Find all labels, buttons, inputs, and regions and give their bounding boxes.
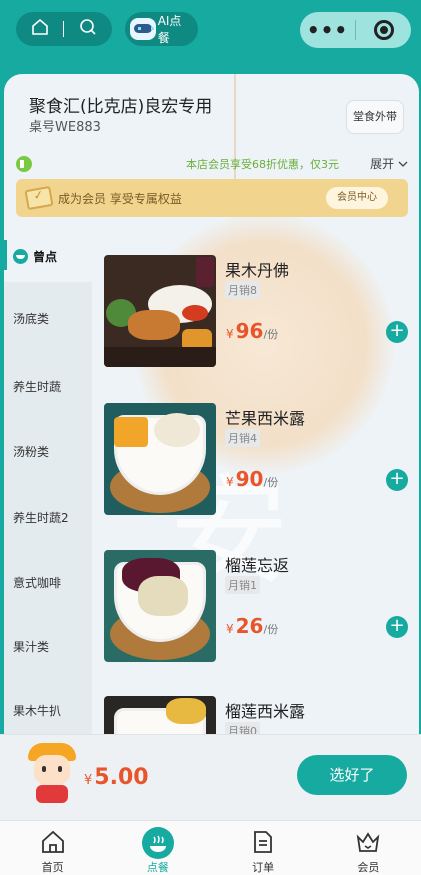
category-label: 养生时蔬2 [13,510,69,525]
add-to-cart-button[interactable]: + [386,616,408,638]
tab-label: 会员 [357,861,380,874]
dish-item[interactable]: 果木丹佛 月销8 ¥96/份 + [104,255,414,367]
category-item[interactable]: 汤粉类 [4,418,92,484]
category-item[interactable]: 果汁类 [4,614,92,678]
category-item[interactable]: 果木牛扒 [4,678,92,742]
tab-label: 点餐 [146,861,169,874]
monthly-sales: 月销1 [225,576,260,594]
dish-icon [141,827,174,859]
bowl-icon [13,248,28,264]
ai-order-label: AI点餐 [157,14,182,45]
dish-name: 榴莲西米露 [225,702,306,721]
category-label: 果木牛扒 [13,703,62,718]
monthly-sales: 月销8 [225,281,260,299]
notice-text: 本店会员享受68折优惠，仅3元 [186,158,339,171]
category-item[interactable]: 养生时蔬 [4,354,92,418]
dish-item[interactable]: 芒果西米露 月销4 ¥90/份 + [104,403,414,515]
robot-icon [130,18,156,40]
category-label: 汤底类 [13,311,50,326]
tab-label: 首页 [41,861,64,874]
nav-pill [16,12,112,46]
category-label: 果汁类 [13,639,50,654]
member-banner[interactable]: 成为会员 享受专属权益 会员中心 [16,179,408,217]
dish-name: 果木丹佛 [225,261,290,280]
dish-photo [104,550,216,662]
category-item[interactable]: 意式咖啡 [4,550,92,614]
category-label: 养生时蔬 [13,379,62,394]
dish-photo [104,255,216,367]
add-to-cart-button[interactable]: + [386,321,408,343]
dish-item[interactable]: 榴莲忘返 月销1 ¥26/份 + [104,550,414,662]
close-miniapp-button[interactable] [356,20,411,40]
divider [63,21,65,37]
cart-bar: ¥5.00 选好了 [0,734,421,820]
home-icon[interactable] [31,18,49,40]
tab-member[interactable]: 会员 [316,821,421,875]
target-icon [373,20,394,40]
miniapp-capsule: ••• [300,12,411,48]
mascot-icon [24,741,80,805]
checkout-button[interactable]: 选好了 [297,755,407,795]
category-item[interactable]: 汤底类 [4,282,92,354]
tab-home[interactable]: 首页 [0,821,105,875]
bottom-tab-bar: 首页 点餐 订单 会员 [0,820,421,875]
store-name: 聚食汇(比克店)良宏专用 [29,97,213,117]
menu-sheet: 安 聚食汇(比克店)良宏专用 桌号WE883 堂食外带 本店会员享受68折优惠，… [4,74,419,834]
speaker-icon [16,156,32,172]
member-badge-icon [24,185,54,211]
document-icon [250,829,276,855]
add-to-cart-button[interactable]: + [386,469,408,491]
category-label: 汤粉类 [13,444,50,459]
dish-price: ¥96/份 [226,319,279,343]
category-label: 意式咖啡 [13,575,62,590]
member-text: 成为会员 享受专属权益 [58,191,182,206]
category-item[interactable]: 曾点 [4,230,92,282]
dish-price: ¥26/份 [226,614,279,638]
dish-name: 榴莲忘返 [225,556,290,575]
expand-button[interactable]: 展开 [370,155,408,172]
tab-order-food[interactable]: 点餐 [105,821,210,875]
tab-orders[interactable]: 订单 [211,821,316,875]
dish-name: 芒果西米露 [225,409,306,428]
chevron-down-icon [398,161,408,167]
category-label: 曾点 [33,249,58,264]
member-center-button[interactable]: 会员中心 [326,187,388,209]
dine-in-takeout-toggle[interactable]: 堂食外带 [346,100,404,134]
cart-total: ¥5.00 [84,765,149,790]
search-icon[interactable] [79,18,97,40]
home-icon [40,829,66,855]
monthly-sales: 月销4 [225,429,260,447]
dish-price: ¥90/份 [226,467,279,491]
top-bar: AI点餐 ••• [0,0,421,74]
category-item[interactable]: 养生时蔬2 [4,484,92,550]
tab-label: 订单 [252,861,275,874]
notice-bar: 本店会员享受68折优惠，仅3元 展开 [16,154,411,174]
table-number: 桌号WE883 [29,120,101,135]
more-menu-button[interactable]: ••• [300,20,355,40]
ai-order-button[interactable]: AI点餐 [125,12,198,46]
dish-photo [104,403,216,515]
crown-icon [355,829,381,855]
